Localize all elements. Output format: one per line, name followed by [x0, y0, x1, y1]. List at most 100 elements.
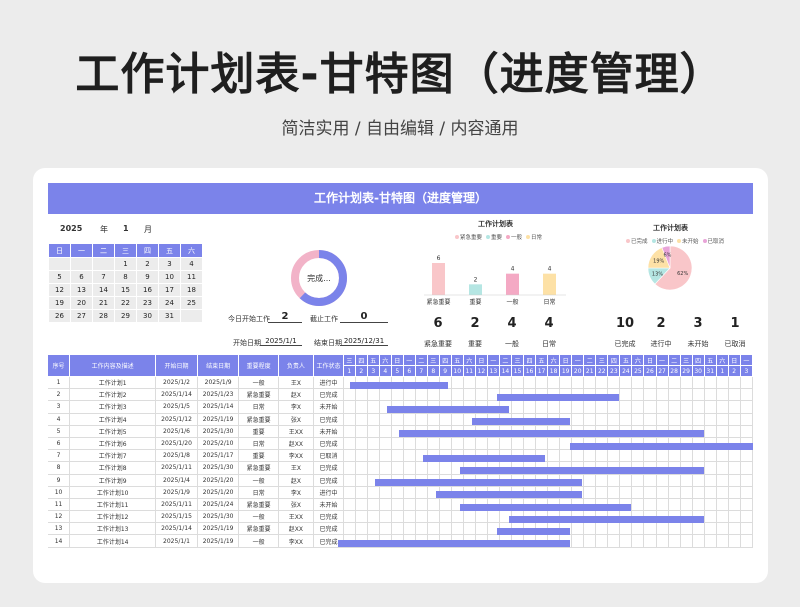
table-cell[interactable]: 张X: [278, 413, 315, 426]
table-cell[interactable]: 2025/1/20: [197, 486, 240, 499]
calendar-day[interactable]: 27: [70, 309, 93, 323]
table-cell[interactable]: 4: [48, 413, 71, 426]
table-cell[interactable]: 2025/1/14: [155, 522, 198, 536]
table-cell[interactable]: 紧急重要: [238, 498, 279, 512]
table-cell[interactable]: 2025/1/8: [155, 449, 198, 463]
table-cell[interactable]: 紧急重要: [238, 388, 279, 402]
table-cell[interactable]: 一般: [238, 376, 279, 390]
due-value[interactable]: 0: [340, 311, 388, 323]
calendar-year[interactable]: 2025: [60, 224, 82, 233]
table-cell[interactable]: 2025/1/19: [197, 413, 240, 426]
table-cell[interactable]: 日常: [238, 437, 279, 451]
calendar-day[interactable]: 15: [114, 283, 137, 297]
calendar-day[interactable]: 29: [114, 309, 137, 323]
table-cell[interactable]: 王XX: [278, 510, 315, 524]
table-cell[interactable]: 2025/1/1: [155, 534, 198, 548]
table-cell[interactable]: 赵X: [278, 388, 315, 402]
table-cell[interactable]: 10: [48, 486, 71, 499]
column-header[interactable]: 工作内容及描述: [69, 355, 157, 377]
table-cell[interactable]: 赵X: [278, 474, 315, 487]
calendar-day[interactable]: [180, 309, 203, 323]
table-cell[interactable]: 8: [48, 461, 71, 475]
calendar-day[interactable]: 9: [136, 270, 159, 284]
table-cell[interactable]: 5: [48, 425, 71, 438]
table-cell[interactable]: 未开始: [313, 498, 344, 512]
calendar-day[interactable]: 24: [158, 296, 181, 310]
calendar-day[interactable]: 25: [180, 296, 203, 310]
table-cell[interactable]: 张X: [278, 498, 315, 512]
calendar-day[interactable]: 4: [180, 257, 203, 271]
table-cell[interactable]: 已完成: [313, 388, 344, 402]
table-cell[interactable]: 一般: [238, 474, 279, 487]
table-cell[interactable]: 2025/1/30: [197, 510, 240, 524]
column-header[interactable]: 结束日期: [197, 355, 240, 377]
calendar-day[interactable]: 30: [136, 309, 159, 323]
calendar-day[interactable]: 14: [92, 283, 115, 297]
calendar-day[interactable]: 17: [158, 283, 181, 297]
table-cell[interactable]: 日常: [238, 486, 279, 499]
calendar-day[interactable]: 23: [136, 296, 159, 310]
calendar-day[interactable]: 2: [136, 257, 159, 271]
calendar-day[interactable]: 28: [92, 309, 115, 323]
calendar-day[interactable]: 13: [70, 283, 93, 297]
table-cell[interactable]: 11: [48, 498, 71, 512]
table-cell[interactable]: 王XX: [278, 425, 315, 438]
table-cell[interactable]: 2025/1/30: [197, 461, 240, 475]
table-cell[interactable]: 已完成: [313, 437, 344, 451]
table-cell[interactable]: 2025/1/2: [155, 376, 198, 390]
table-cell[interactable]: 已完成: [313, 474, 344, 487]
table-cell[interactable]: 进行中: [313, 486, 344, 499]
table-cell[interactable]: 3: [48, 400, 71, 414]
table-cell[interactable]: 王X: [278, 376, 315, 390]
table-cell[interactable]: 2025/1/12: [155, 413, 198, 426]
table-cell[interactable]: 2025/1/6: [155, 425, 198, 438]
table-cell[interactable]: 2025/1/24: [197, 498, 240, 512]
column-header[interactable]: 重要程度: [238, 355, 279, 377]
table-cell[interactable]: 2025/1/4: [155, 474, 198, 487]
calendar-day[interactable]: 19: [48, 296, 71, 310]
table-cell[interactable]: 2025/1/20: [155, 437, 198, 451]
calendar-day[interactable]: 7: [92, 270, 115, 284]
start-date-value[interactable]: 2025/1/1: [260, 337, 302, 346]
table-cell[interactable]: 14: [48, 534, 71, 548]
table-cell[interactable]: 已取消: [313, 449, 344, 463]
column-header[interactable]: 工作状态: [313, 355, 344, 377]
table-cell[interactable]: 工作计划12: [69, 510, 157, 524]
table-cell[interactable]: 一般: [238, 510, 279, 524]
calendar-day[interactable]: 6: [70, 270, 93, 284]
table-cell[interactable]: 已完成: [313, 534, 344, 548]
table-cell[interactable]: 工作计划9: [69, 474, 157, 487]
table-cell[interactable]: 2025/1/19: [197, 522, 240, 536]
table-cell[interactable]: 王X: [278, 461, 315, 475]
column-header[interactable]: 开始日期: [155, 355, 198, 377]
table-cell[interactable]: 2025/1/15: [155, 510, 198, 524]
table-cell[interactable]: 7: [48, 449, 71, 463]
table-cell[interactable]: 李XX: [278, 534, 315, 548]
calendar-day[interactable]: [48, 257, 71, 271]
table-cell[interactable]: 2025/1/20: [197, 474, 240, 487]
table-cell[interactable]: 工作计划2: [69, 388, 157, 402]
table-cell[interactable]: 已完成: [313, 461, 344, 475]
table-cell[interactable]: 工作计划7: [69, 449, 157, 463]
calendar-day[interactable]: 10: [158, 270, 181, 284]
table-cell[interactable]: 工作计划14: [69, 534, 157, 548]
table-cell[interactable]: 2025/1/30: [197, 425, 240, 438]
table-cell[interactable]: 工作计划13: [69, 522, 157, 536]
table-cell[interactable]: 重要: [238, 449, 279, 463]
table-cell[interactable]: 2025/1/11: [155, 498, 198, 512]
table-cell[interactable]: 2025/1/5: [155, 400, 198, 414]
calendar-day[interactable]: 20: [70, 296, 93, 310]
calendar-day[interactable]: 8: [114, 270, 137, 284]
calendar-day[interactable]: [92, 257, 115, 271]
calendar-month[interactable]: 1: [123, 224, 129, 233]
table-cell[interactable]: 进行中: [313, 376, 344, 390]
calendar-day[interactable]: 22: [114, 296, 137, 310]
table-cell[interactable]: 工作计划4: [69, 413, 157, 426]
calendar-day[interactable]: 12: [48, 283, 71, 297]
table-cell[interactable]: 工作计划5: [69, 425, 157, 438]
calendar-day[interactable]: 31: [158, 309, 181, 323]
table-cell[interactable]: 2025/1/17: [197, 449, 240, 463]
table-cell[interactable]: 2: [48, 388, 71, 402]
table-cell[interactable]: 李X: [278, 400, 315, 414]
table-cell[interactable]: 2025/1/19: [197, 534, 240, 548]
